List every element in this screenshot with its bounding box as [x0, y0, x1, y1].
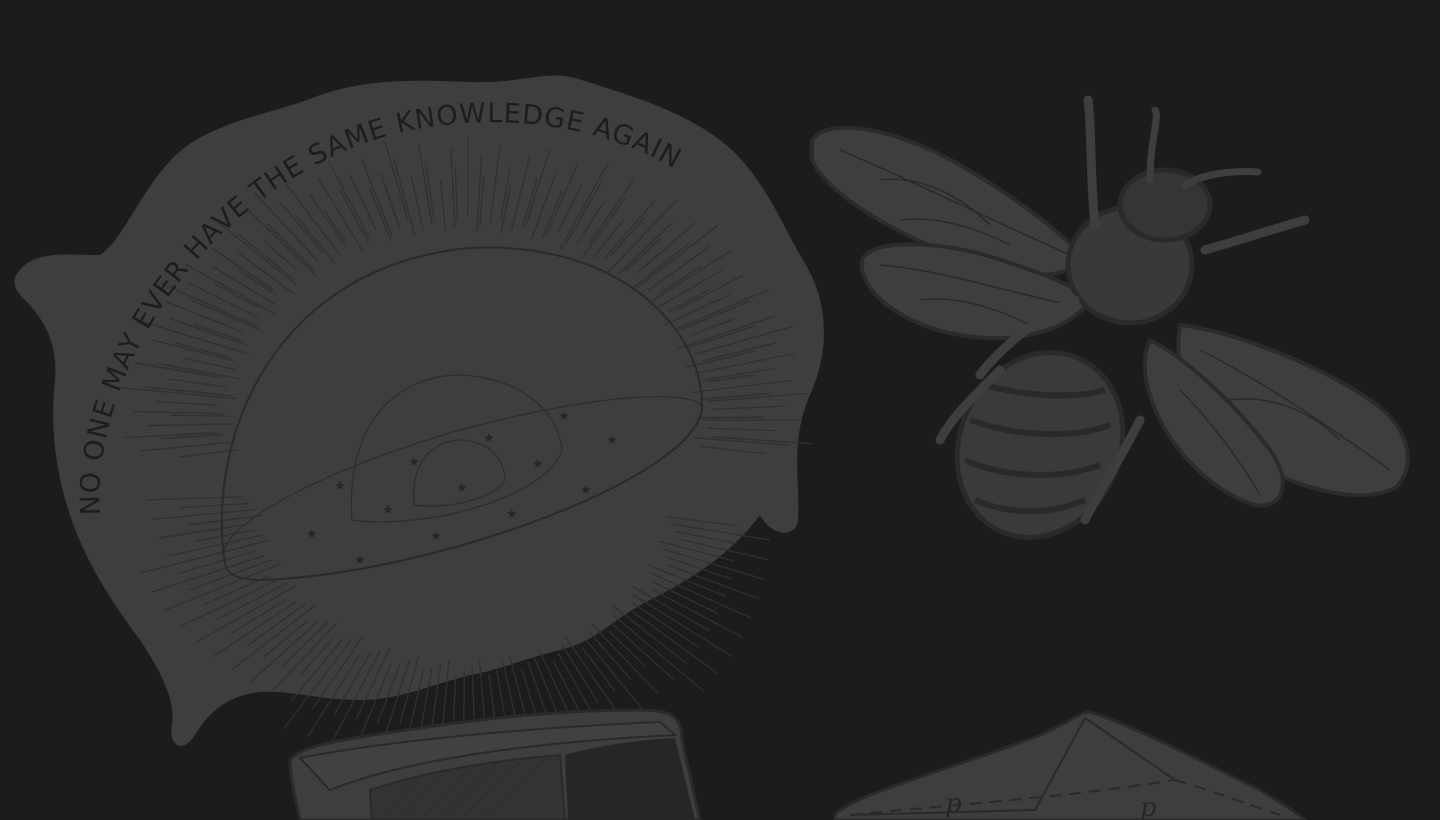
ray-line [651, 580, 719, 615]
ray-line [632, 594, 732, 657]
ray-line [694, 416, 764, 419]
prism-backing [833, 710, 1308, 820]
ray-line [632, 586, 711, 632]
svg-text:★: ★ [354, 553, 366, 568]
ray-line [649, 572, 752, 619]
svg-text:★: ★ [456, 481, 468, 496]
book-dark-face [565, 738, 695, 820]
ray-line [651, 588, 743, 638]
svg-text:★: ★ [334, 479, 346, 494]
sticker-canvas: ★★ ★★ ★★ ★★ ★ ★ ★ ★ ★ NO ONE MAY EVER HAVE… [14, 75, 1410, 820]
bee-sticker[interactable] [810, 95, 1410, 565]
svg-text:★: ★ [430, 529, 442, 544]
prism-label-right: p [1140, 793, 1157, 820]
svg-text:★: ★ [408, 455, 420, 470]
ray-line [170, 414, 230, 417]
svg-text:★: ★ [306, 527, 318, 542]
book-sticker[interactable] [288, 708, 702, 820]
svg-text:★: ★ [483, 431, 495, 446]
svg-text:★: ★ [532, 457, 544, 472]
bee-abdomen [954, 350, 1126, 540]
ray-line [588, 630, 631, 680]
ray-line [585, 638, 642, 709]
svg-text:★: ★ [558, 409, 570, 424]
ray-line [466, 137, 470, 217]
svg-text:★: ★ [606, 433, 618, 448]
dome-sticker[interactable]: ★★ ★★ ★★ ★★ ★ ★ ★ ★ ★ NO ONE MAY EVER HAVE… [14, 75, 824, 774]
svg-text:★: ★ [506, 507, 518, 522]
prism-sticker[interactable]: p p [833, 710, 1308, 820]
ray-line [561, 644, 599, 704]
ray-line [610, 622, 674, 680]
svg-text:★: ★ [382, 503, 394, 518]
svg-text:★: ★ [580, 483, 592, 498]
prism-label-left: p [945, 789, 962, 819]
